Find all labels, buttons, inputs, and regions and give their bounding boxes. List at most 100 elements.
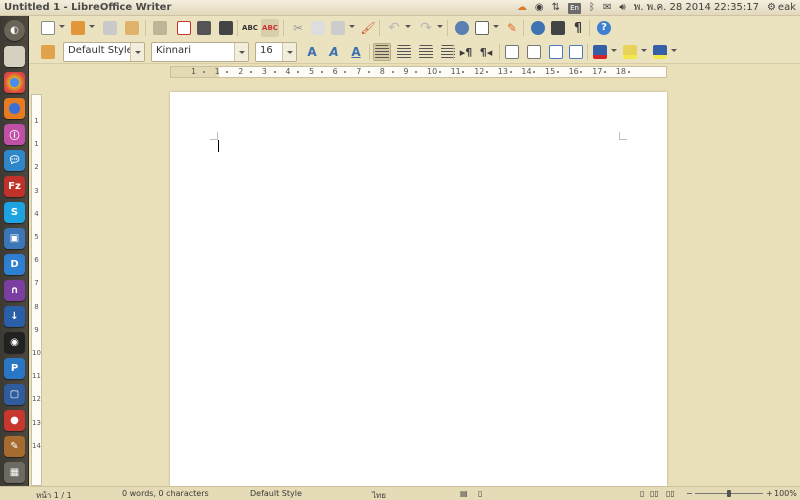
chrome-icon[interactable]: [4, 72, 25, 93]
table-dropdown-arrow[interactable]: [493, 25, 499, 28]
virtualbox-icon[interactable]: ▢: [4, 384, 25, 405]
messenger-icon[interactable]: 💬︎: [4, 150, 25, 171]
navigator-icon[interactable]: [529, 19, 547, 37]
app-d-icon[interactable]: D: [4, 254, 25, 275]
single-page-view-icon[interactable]: ▯: [640, 489, 644, 498]
horizontal-ruler[interactable]: 1 1 2 3 4 5 6 7 8 9 10 11 12 13 14 15 16 17 18: [170, 66, 667, 78]
app-p-icon[interactable]: P: [4, 358, 25, 379]
writer-icon[interactable]: ✎: [4, 436, 25, 457]
skype-icon[interactable]: S: [4, 202, 25, 223]
user-name[interactable]: eak: [778, 0, 796, 16]
font-name-combo[interactable]: Kinnari: [151, 42, 249, 62]
mail-icon[interactable]: ✉: [603, 0, 611, 16]
zoom-percent[interactable]: 100%: [774, 489, 797, 498]
word-count[interactable]: 0 words, 0 characters: [122, 489, 209, 498]
justify-icon[interactable]: [439, 43, 457, 61]
cut-icon[interactable]: ✂: [289, 19, 307, 37]
chevron-down-icon[interactable]: [282, 43, 296, 61]
bullets-icon[interactable]: [525, 43, 543, 61]
clock[interactable]: พ. พ.ค. 28 2014 22:35:17: [634, 0, 759, 16]
align-right-icon[interactable]: [417, 43, 435, 61]
dash-home-icon[interactable]: ◐: [4, 20, 25, 41]
copy-icon[interactable]: [309, 19, 327, 37]
redo-icon[interactable]: ↷: [417, 19, 435, 37]
zoom-slider-thumb[interactable]: [727, 490, 731, 497]
keyboard-layout-indicator[interactable]: En: [568, 2, 582, 14]
numbering-icon[interactable]: [503, 43, 521, 61]
music-player-icon[interactable]: ◉: [4, 332, 25, 353]
volume-icon[interactable]: 🔊︎: [619, 0, 625, 16]
formatting-marks-icon[interactable]: ¶: [569, 19, 587, 37]
print-preview-icon[interactable]: [217, 19, 235, 37]
document-page[interactable]: [170, 92, 667, 486]
document-modified-icon[interactable]: ▯: [478, 489, 482, 498]
table-icon[interactable]: [473, 19, 491, 37]
multi-page-view-icon[interactable]: ▯▯: [650, 489, 659, 498]
help-icon[interactable]: ?: [595, 19, 613, 37]
new-dropdown-arrow[interactable]: [59, 25, 65, 28]
zoom-in-button[interactable]: +: [766, 489, 773, 498]
paste-dropdown-arrow[interactable]: [349, 25, 355, 28]
styles-formatting-icon[interactable]: [39, 43, 57, 61]
align-left-icon[interactable]: [373, 43, 391, 61]
zoom-out-button[interactable]: −: [686, 489, 693, 498]
send-email-icon[interactable]: [123, 19, 141, 37]
highlighting-icon[interactable]: [621, 43, 639, 61]
italic-icon[interactable]: A: [325, 43, 343, 61]
vertical-ruler[interactable]: 1 1 2 3 4 5 6 7 8 9 10 11 12 13 14: [31, 94, 42, 486]
chevron-down-icon[interactable]: [130, 43, 144, 61]
decrease-indent-icon[interactable]: [547, 43, 565, 61]
autospellcheck-icon[interactable]: ABC: [261, 19, 279, 37]
chevron-down-icon[interactable]: [234, 43, 248, 61]
edit-document-icon[interactable]: [151, 19, 169, 37]
headphones-icon[interactable]: ∩: [4, 280, 25, 301]
align-center-icon[interactable]: [395, 43, 413, 61]
highlighting-dropdown-arrow[interactable]: [641, 49, 647, 52]
download-icon[interactable]: ↓: [4, 306, 25, 327]
show-draw-functions-icon[interactable]: ✎: [503, 19, 521, 37]
open-dropdown-arrow[interactable]: [89, 25, 95, 28]
workspace-switcher-icon[interactable]: ▦: [4, 462, 25, 483]
background-color-icon[interactable]: [651, 43, 669, 61]
undo-icon[interactable]: ↶: [385, 19, 403, 37]
hyperlink-icon[interactable]: [453, 19, 471, 37]
open-folder-icon[interactable]: [69, 19, 87, 37]
insert-mode-icon[interactable]: ▤: [460, 489, 468, 498]
page-style[interactable]: Default Style: [250, 489, 302, 498]
gallery-icon[interactable]: [549, 19, 567, 37]
font-color-dropdown-arrow[interactable]: [611, 49, 617, 52]
export-pdf-icon[interactable]: [175, 19, 193, 37]
print-icon[interactable]: [195, 19, 213, 37]
increase-indent-icon[interactable]: [567, 43, 585, 61]
underline-icon[interactable]: A: [347, 43, 365, 61]
ruler-label: 16: [568, 67, 579, 76]
background-color-dropdown-arrow[interactable]: [671, 49, 677, 52]
font-color-icon[interactable]: [591, 43, 609, 61]
language[interactable]: ไทย: [372, 489, 386, 500]
gear-icon[interactable]: ⚙: [767, 0, 776, 16]
book-view-icon[interactable]: ▯▯: [666, 489, 675, 498]
right-to-left-icon[interactable]: ¶◂: [477, 43, 495, 61]
network-icon[interactable]: ⇅: [552, 0, 560, 16]
paste-icon[interactable]: [329, 19, 347, 37]
screenshot-icon[interactable]: ▣: [4, 228, 25, 249]
left-to-right-icon[interactable]: ▸¶: [457, 43, 475, 61]
paragraph-style-combo[interactable]: Default Style: [63, 42, 145, 62]
bluetooth-icon[interactable]: ᛒ: [589, 0, 595, 16]
undo-dropdown-arrow[interactable]: [405, 25, 411, 28]
font-size-combo[interactable]: 16: [255, 42, 297, 62]
firefox-icon[interactable]: [4, 98, 25, 119]
new-document-icon[interactable]: [39, 19, 57, 37]
filezilla-icon[interactable]: Fz: [4, 176, 25, 197]
clone-formatting-icon[interactable]: 🖌︎: [359, 19, 377, 37]
bold-icon[interactable]: A: [303, 43, 321, 61]
page-indicator[interactable]: หน้า 1 / 1: [36, 489, 72, 500]
software-center-icon[interactable]: ⓘ: [4, 124, 25, 145]
redo-dropdown-arrow[interactable]: [437, 25, 443, 28]
save-icon[interactable]: [101, 19, 119, 37]
sync-icon[interactable]: ◉: [535, 0, 544, 16]
files-icon[interactable]: [4, 46, 25, 67]
messaging-icon[interactable]: ☁: [517, 0, 527, 16]
spellcheck-icon[interactable]: ABC: [241, 19, 259, 37]
media-icon[interactable]: ●: [4, 410, 25, 431]
